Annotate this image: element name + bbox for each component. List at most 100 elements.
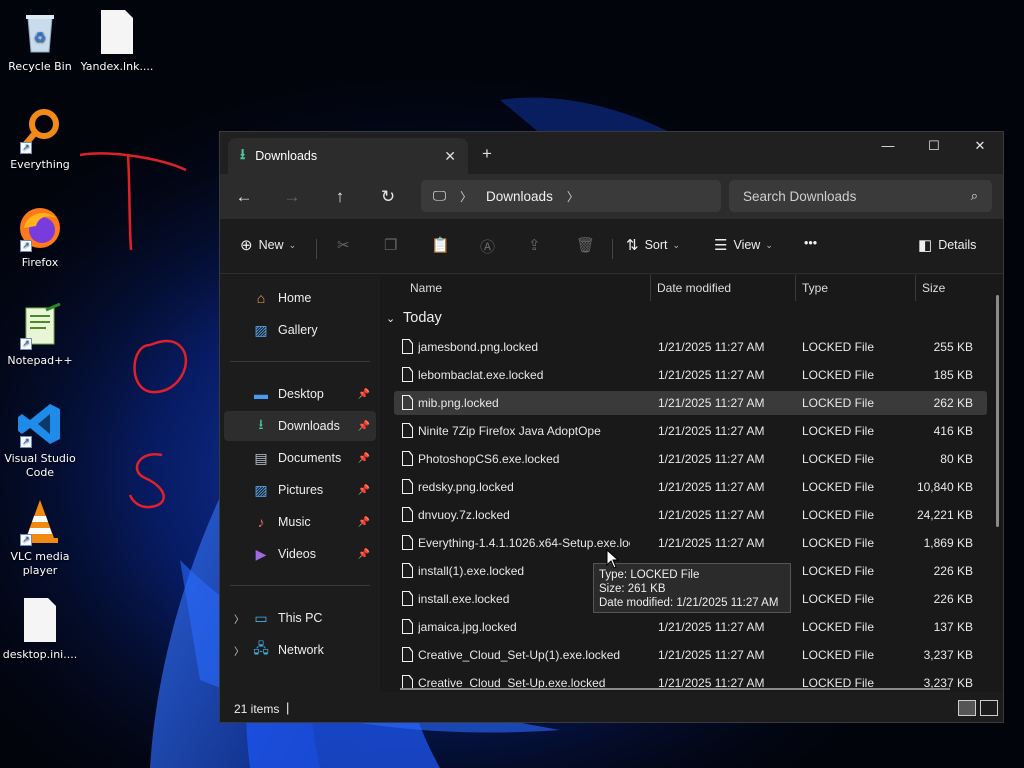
forward-arrow-icon[interactable]: → <box>268 187 316 207</box>
file-row[interactable]: redsky.png.locked 1/21/2025 11:27 AM LOCKE… <box>394 475 987 499</box>
breadcrumb-chevron-icon[interactable]: 〉 <box>460 188 472 205</box>
copy-icon[interactable]: ❐ <box>384 236 403 254</box>
share-icon[interactable]: ⇪ <box>528 236 547 254</box>
file-row[interactable]: mib.png.locked 1/21/2025 11:27 AM LOCKED F… <box>394 391 987 415</box>
sidebar-item-desktop[interactable]: ▬ Desktop 📌 <box>224 379 376 409</box>
column-headers: Name Date modified Type Size <box>380 275 1003 303</box>
vlc-desktop-icon[interactable]: ↗ VLC media player <box>0 498 80 578</box>
tiles-view-icon[interactable] <box>980 700 998 716</box>
horizontal-scrollbar[interactable] <box>400 688 950 690</box>
vscode-icon: ↗ <box>16 400 64 448</box>
column-header-date[interactable]: Date modified <box>657 281 731 295</box>
file-row[interactable]: jamaica.jpg.locked 1/21/2025 11:27 AM LOCK… <box>394 615 987 639</box>
firefox-desktop-icon[interactable]: ↗ Firefox <box>0 204 80 270</box>
view-button[interactable]: ☰ View ⌄ <box>714 236 773 254</box>
chevron-right-icon[interactable]: 〉 <box>234 611 244 626</box>
sidebar-item-pictures[interactable]: ▨ Pictures 📌 <box>224 475 376 505</box>
file-date: 1/21/2025 11:27 AM <box>658 620 765 634</box>
maximize-button[interactable]: ☐ <box>911 138 957 154</box>
file-row[interactable]: Creative_Cloud_Set-Up(1).exe.locked 1/21/… <box>394 643 987 667</box>
up-arrow-icon[interactable]: ↑ <box>316 187 364 207</box>
recycle-bin-desktop-icon[interactable]: ♻ Recycle Bin <box>0 8 80 74</box>
file-row[interactable]: Ninite 7Zip Firefox Java AdoptOpe 1/21/20… <box>394 419 987 443</box>
vertical-scrollbar[interactable] <box>996 295 999 527</box>
breadcrumb-downloads[interactable]: Downloads <box>486 189 553 204</box>
file-size: 1,869 KB <box>923 536 973 550</box>
new-button[interactable]: ⊕ New ⌄ <box>240 236 296 254</box>
column-header-type[interactable]: Type <box>802 281 828 295</box>
sidebar-item-videos[interactable]: ▶ Videos 📌 <box>224 539 376 569</box>
file-date: 1/21/2025 11:27 AM <box>658 508 765 522</box>
sidebar-item-this-pc[interactable]: 〉 ▭ This PC <box>224 603 376 633</box>
shortcut-arrow-icon: ↗ <box>20 436 32 448</box>
details-view-icon[interactable] <box>958 700 976 716</box>
chevron-right-icon[interactable]: 〉 <box>234 643 244 658</box>
network-icon: 🖧 <box>253 640 269 656</box>
group-header-today[interactable]: ⌄ Today <box>386 310 442 326</box>
new-label: New <box>258 238 284 252</box>
column-divider[interactable] <box>650 275 651 301</box>
magnifier-icon: ↗ <box>16 106 64 154</box>
address-bar[interactable]: 🖵 〉 Downloads 〉 <box>421 180 721 212</box>
everything-desktop-icon[interactable]: ↗ Everything <box>0 106 80 172</box>
breadcrumb-chevron-icon[interactable]: 〉 <box>567 188 579 205</box>
column-divider[interactable] <box>795 275 796 301</box>
search-input[interactable]: Search Downloads <box>743 189 856 204</box>
sidebar-item-music[interactable]: ♪ Music 📌 <box>224 507 376 537</box>
file-type: LOCKED File <box>802 452 875 466</box>
rename-icon[interactable]: Ⓐ <box>480 236 501 257</box>
pin-icon[interactable]: 📌 <box>358 421 370 432</box>
sidebar-item-downloads[interactable]: ⭳ Downloads 📌 <box>224 411 376 441</box>
close-button[interactable]: ✕ <box>957 138 1003 154</box>
minimize-button[interactable]: — <box>865 138 911 153</box>
column-divider[interactable] <box>915 275 916 301</box>
file-row[interactable]: dnvuoy.7z.locked 1/21/2025 11:27 AM LOCKED… <box>394 503 987 527</box>
pin-icon[interactable]: 📌 <box>358 389 370 400</box>
pin-icon[interactable]: 📌 <box>358 549 370 560</box>
file-date: 1/21/2025 11:27 AM <box>658 536 765 550</box>
command-bar: ⊕ New ⌄ ✂ ❐ 📋 Ⓐ ⇪ 🗑 ⇅ Sort ⌄ ☰ View ⌄ ••… <box>220 219 1003 274</box>
picture-icon: ▨ <box>254 481 268 498</box>
desktop-icon-label: VLC media player <box>10 550 70 577</box>
file-date: 1/21/2025 11:27 AM <box>658 368 765 382</box>
more-options-button[interactable]: ••• <box>804 236 817 250</box>
sidebar-item-network[interactable]: 〉 🖧 Network <box>224 635 376 665</box>
new-tab-button[interactable]: + <box>482 144 492 164</box>
search-box[interactable]: Search Downloads ⌕ <box>729 180 992 212</box>
pin-icon[interactable]: 📌 <box>358 517 370 528</box>
desktop-ini-desktop-icon[interactable]: desktop.ini.... <box>0 596 80 662</box>
video-icon: ▶ <box>255 545 267 562</box>
file-name: mib.png.locked <box>418 396 499 410</box>
document-icon: ▤ <box>254 449 268 466</box>
file-icon <box>402 563 413 578</box>
vscode-desktop-icon[interactable]: ↗ Visual Studio Code <box>0 400 80 480</box>
mouse-pointer-icon <box>606 548 620 574</box>
pin-icon[interactable]: 📌 <box>358 453 370 464</box>
close-tab-icon[interactable]: ✕ <box>444 148 456 165</box>
file-icon <box>402 423 413 438</box>
file-date: 1/21/2025 11:27 AM <box>658 424 765 438</box>
sidebar-item-documents[interactable]: ▤ Documents 📌 <box>224 443 376 473</box>
file-row[interactable]: PhotoshopCS6.exe.locked 1/21/2025 11:27 A… <box>394 447 987 471</box>
paste-icon[interactable]: 📋 <box>431 236 456 254</box>
sidebar-item-gallery[interactable]: ▨ Gallery <box>224 315 376 345</box>
details-label: Details <box>938 238 977 252</box>
file-icon <box>402 451 413 466</box>
file-row[interactable]: lebombaclat.exe.locked 1/21/2025 11:27 AM… <box>394 363 987 387</box>
column-header-name[interactable]: Name <box>410 281 442 295</box>
search-icon[interactable]: ⌕ <box>971 188 978 204</box>
sidebar-item-home[interactable]: ⌂ Home <box>224 283 376 313</box>
pin-icon[interactable]: 📌 <box>358 485 370 496</box>
file-row[interactable]: Everything-1.4.1.1026.x64-Setup.exe.lock… <box>394 531 987 555</box>
notepadpp-desktop-icon[interactable]: ↗ Notepad++ <box>0 302 80 368</box>
yandex-shortcut-desktop-icon[interactable]: Yandex.lnk.... <box>77 8 157 74</box>
cut-icon[interactable]: ✂ <box>337 236 356 254</box>
details-button[interactable]: ◧ Details <box>918 236 976 254</box>
delete-icon[interactable]: 🗑 <box>576 236 601 254</box>
tab-downloads[interactable]: ⭳ Downloads ✕ <box>228 138 468 174</box>
column-header-size[interactable]: Size <box>922 281 945 295</box>
back-arrow-icon[interactable]: ← <box>220 187 268 207</box>
refresh-icon[interactable]: ↻ <box>364 187 412 207</box>
sort-button[interactable]: ⇅ Sort ⌄ <box>626 236 680 254</box>
file-row[interactable]: jamesbond.png.locked 1/21/2025 11:27 AM LO… <box>394 335 987 359</box>
